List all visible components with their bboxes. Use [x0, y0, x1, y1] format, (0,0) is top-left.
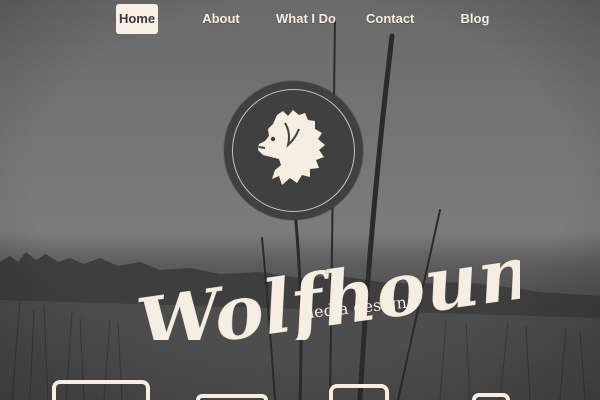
nav-about-link[interactable]: About	[200, 4, 242, 34]
nav-what-i-do-link[interactable]: What I Do	[276, 4, 336, 34]
feature-card-3[interactable]	[329, 384, 389, 400]
main-navigation: Home About What I Do Contact Blog	[0, 4, 600, 34]
feature-card-2[interactable]	[196, 394, 268, 400]
feature-card-4[interactable]	[472, 393, 510, 400]
nav-blog-link[interactable]: Blog	[460, 4, 490, 34]
feature-card-1[interactable]	[52, 380, 150, 400]
wolfhound-head-icon	[258, 110, 325, 185]
nav-contact-link[interactable]: Contact	[366, 4, 414, 34]
brand-title: Wolfhound	[132, 222, 520, 340]
nav-home-link[interactable]: Home	[116, 4, 158, 34]
